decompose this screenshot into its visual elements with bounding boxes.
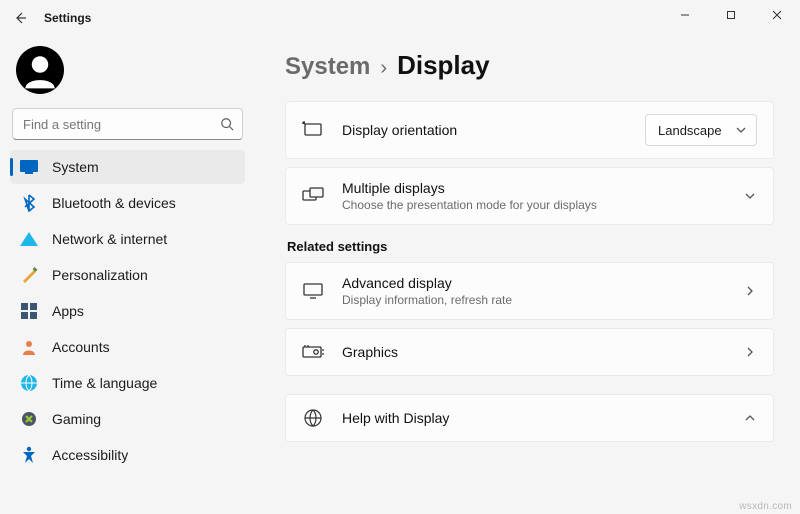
card-graphics[interactable]: Graphics — [285, 328, 774, 376]
maximize-button[interactable] — [708, 0, 754, 30]
window-controls — [662, 0, 800, 30]
multiple-displays-icon — [302, 185, 324, 207]
sidebar-item-accessibility[interactable]: Accessibility — [10, 438, 245, 472]
card-title: Graphics — [342, 344, 733, 360]
sidebar-item-network[interactable]: Network & internet — [10, 222, 245, 256]
sidebar-item-label: Apps — [52, 303, 84, 319]
card-advanced-display[interactable]: Advanced display Display information, re… — [285, 262, 774, 320]
sidebar-item-apps[interactable]: Apps — [10, 294, 245, 328]
minimize-button[interactable] — [662, 0, 708, 30]
wifi-icon — [20, 230, 38, 248]
account-header[interactable] — [8, 42, 247, 108]
breadcrumb-parent[interactable]: System — [285, 53, 370, 81]
search-wrap — [12, 108, 243, 140]
sidebar-item-time-language[interactable]: Time & language — [10, 366, 245, 400]
main-content: System › Display Display orientation Lan… — [255, 36, 800, 514]
card-subtitle: Choose the presentation mode for your di… — [342, 198, 733, 212]
card-title: Display orientation — [342, 122, 635, 138]
chevron-down-icon — [734, 123, 748, 137]
person-icon — [18, 48, 62, 92]
search-field[interactable] — [21, 116, 220, 133]
breadcrumb-separator: › — [380, 57, 387, 80]
related-settings-heading: Related settings — [287, 239, 774, 254]
sidebar-item-label: Bluetooth & devices — [52, 195, 176, 211]
avatar — [16, 46, 64, 94]
nav-list: System Bluetooth & devices Network & int… — [8, 150, 247, 472]
gaming-icon — [20, 410, 38, 428]
orientation-value: Landscape — [658, 123, 722, 138]
card-title: Advanced display — [342, 275, 733, 291]
sidebar-item-label: Accessibility — [52, 447, 128, 463]
sidebar-item-system[interactable]: System — [10, 150, 245, 184]
breadcrumb-current: Display — [397, 50, 490, 81]
card-title: Help with Display — [342, 410, 733, 426]
sidebar-item-label: Network & internet — [52, 231, 167, 247]
system-icon — [20, 158, 38, 176]
bluetooth-icon — [20, 194, 38, 212]
sidebar-item-label: Time & language — [52, 375, 157, 391]
sidebar-item-label: Gaming — [52, 411, 101, 427]
minimize-icon — [680, 10, 690, 20]
card-title: Multiple displays — [342, 180, 733, 196]
back-button[interactable] — [4, 2, 36, 34]
globe-time-icon — [20, 374, 38, 392]
titlebar: Settings — [0, 0, 800, 36]
chevron-down-icon — [743, 189, 757, 203]
orientation-icon — [302, 119, 324, 141]
accounts-icon — [20, 338, 38, 356]
chevron-right-icon — [743, 284, 757, 298]
arrow-left-icon — [12, 10, 28, 26]
search-input[interactable] — [12, 108, 243, 140]
sidebar-item-label: Personalization — [52, 267, 148, 283]
sidebar-item-accounts[interactable]: Accounts — [10, 330, 245, 364]
card-subtitle: Display information, refresh rate — [342, 293, 733, 307]
close-icon — [772, 10, 782, 20]
breadcrumb: System › Display — [285, 50, 774, 81]
orientation-select[interactable]: Landscape — [645, 114, 757, 146]
layout: System Bluetooth & devices Network & int… — [0, 36, 800, 514]
accessibility-icon — [20, 446, 38, 464]
sidebar-item-gaming[interactable]: Gaming — [10, 402, 245, 436]
chevron-right-icon — [743, 345, 757, 359]
search-icon — [220, 117, 234, 131]
monitor-icon — [302, 280, 324, 302]
watermark: wsxdn.com — [739, 501, 792, 512]
paintbrush-icon — [20, 266, 38, 284]
globe-icon — [302, 407, 324, 429]
window-title: Settings — [44, 11, 91, 25]
card-display-orientation[interactable]: Display orientation Landscape — [285, 101, 774, 159]
card-help-display[interactable]: Help with Display — [285, 394, 774, 442]
sidebar-item-personalization[interactable]: Personalization — [10, 258, 245, 292]
apps-icon — [20, 302, 38, 320]
sidebar: System Bluetooth & devices Network & int… — [0, 36, 255, 514]
sidebar-item-label: System — [52, 159, 99, 175]
card-multiple-displays[interactable]: Multiple displays Choose the presentatio… — [285, 167, 774, 225]
sidebar-item-bluetooth[interactable]: Bluetooth & devices — [10, 186, 245, 220]
sidebar-item-label: Accounts — [52, 339, 110, 355]
maximize-icon — [726, 10, 736, 20]
graphics-icon — [302, 341, 324, 363]
chevron-up-icon — [743, 411, 757, 425]
close-button[interactable] — [754, 0, 800, 30]
